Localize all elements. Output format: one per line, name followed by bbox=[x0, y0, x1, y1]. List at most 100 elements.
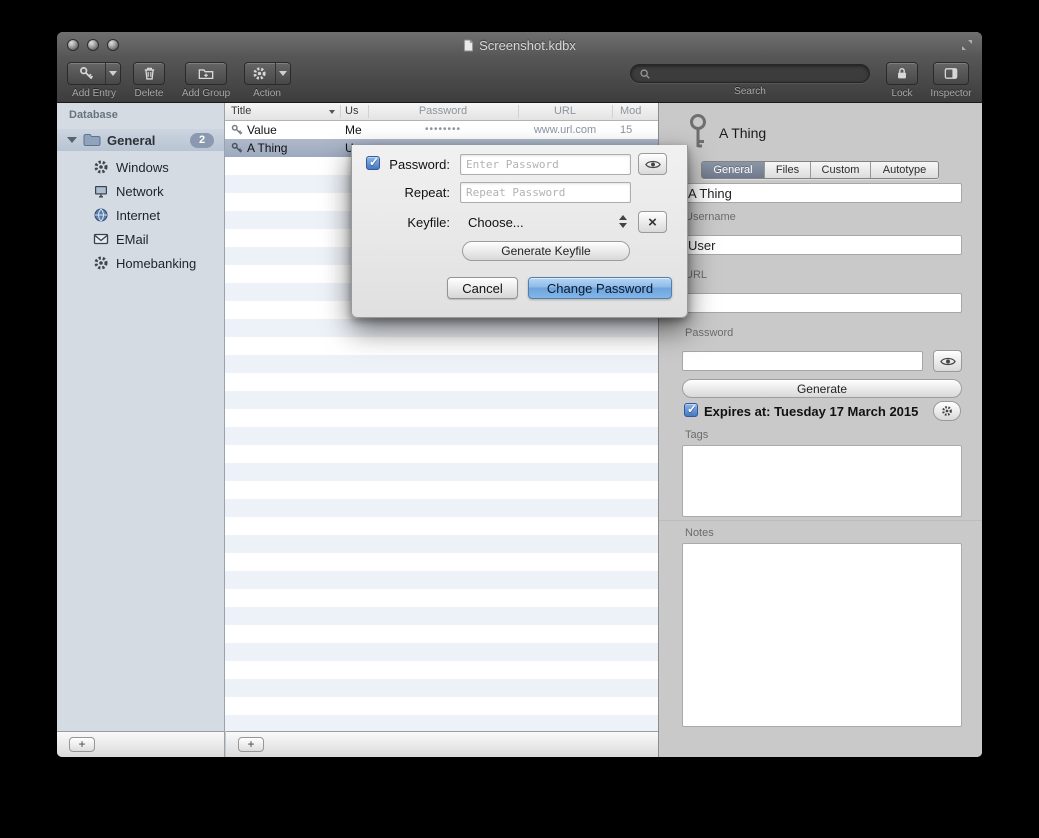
fullscreen-icon[interactable] bbox=[960, 38, 974, 57]
gear-icon bbox=[93, 159, 109, 175]
delete-button[interactable] bbox=[133, 62, 165, 85]
window-controls bbox=[67, 39, 119, 51]
tags-input[interactable] bbox=[682, 445, 962, 517]
change-password-dialog: Password: Repeat: Keyfile: Choose... Gen… bbox=[351, 145, 688, 318]
username-field[interactable] bbox=[682, 235, 962, 255]
add-group-footer-button[interactable]: + bbox=[69, 737, 95, 752]
add-entry-toolbar-item: Add Entry bbox=[65, 62, 123, 99]
url-field[interactable] bbox=[682, 293, 962, 313]
tags-label: Tags bbox=[685, 429, 708, 441]
inspector-panel: A Thing General Files Custom Autotype Us… bbox=[658, 103, 982, 757]
column-header-title[interactable]: Title bbox=[231, 103, 251, 120]
password-label: Password bbox=[685, 327, 733, 339]
add-group-toolbar-item: Add Group bbox=[175, 62, 237, 99]
search-input[interactable] bbox=[656, 67, 861, 81]
add-entry-button[interactable] bbox=[67, 62, 121, 85]
dialog-password-label: Password: bbox=[380, 154, 450, 175]
entry-list-footer: + bbox=[226, 731, 658, 757]
search-field[interactable] bbox=[630, 64, 870, 83]
expires-options-button[interactable] bbox=[933, 401, 961, 421]
dialog-password-input[interactable] bbox=[460, 154, 631, 175]
column-divider[interactable] bbox=[612, 105, 613, 118]
sidebar-item-email[interactable]: EMail bbox=[57, 227, 224, 251]
tab-general[interactable]: General bbox=[702, 162, 764, 178]
column-header-username[interactable]: Us bbox=[345, 103, 358, 120]
toolbar: Add Entry Delete Add Group bbox=[57, 58, 982, 103]
tab-autotype[interactable]: Autotype bbox=[870, 162, 938, 178]
gear-icon bbox=[93, 255, 109, 271]
key-icon bbox=[231, 124, 243, 136]
search-toolbar-item: Search bbox=[630, 62, 870, 97]
sidebar-item-windows[interactable]: Windows bbox=[57, 155, 224, 179]
lock-button[interactable] bbox=[886, 62, 918, 85]
sidebar-item-network[interactable]: Network bbox=[57, 179, 224, 203]
column-divider[interactable] bbox=[340, 105, 341, 118]
column-header-url[interactable]: URL bbox=[518, 103, 612, 120]
action-label: Action bbox=[253, 88, 281, 99]
sidebar-group-label: General bbox=[107, 133, 155, 148]
inspector-toolbar-item: Inspector bbox=[923, 62, 979, 99]
entry-url: www.url.com bbox=[518, 121, 612, 139]
group-count-badge: 2 bbox=[190, 133, 214, 148]
add-group-button[interactable] bbox=[185, 62, 227, 85]
sidebar-footer: + bbox=[57, 731, 225, 757]
close-button[interactable] bbox=[67, 39, 79, 51]
inspector-label: Inspector bbox=[930, 88, 971, 99]
document-proxy-icon[interactable] bbox=[463, 39, 474, 52]
sidebar-group-general[interactable]: General 2 bbox=[57, 129, 224, 151]
lock-icon bbox=[895, 66, 909, 81]
change-password-button[interactable]: Change Password bbox=[528, 277, 672, 299]
expires-checkbox[interactable] bbox=[684, 403, 698, 417]
inspector-separator bbox=[659, 520, 982, 521]
zoom-button[interactable] bbox=[107, 39, 119, 51]
search-label: Search bbox=[734, 86, 766, 97]
keyfile-stepper-icon[interactable] bbox=[619, 215, 627, 228]
folder-icon bbox=[83, 133, 101, 147]
password-field[interactable] bbox=[682, 351, 923, 371]
lock-toolbar-item: Lock bbox=[883, 62, 921, 99]
dialog-repeat-input[interactable] bbox=[460, 182, 631, 203]
action-button[interactable] bbox=[244, 62, 291, 85]
username-label: Username bbox=[685, 211, 736, 223]
keyfile-popup-value[interactable]: Choose... bbox=[468, 212, 524, 233]
app-window: Screenshot.kdbx Add Entry bbox=[57, 32, 982, 757]
dialog-keyfile-label: Keyfile: bbox=[380, 212, 450, 233]
inspector-button[interactable] bbox=[933, 62, 969, 85]
add-group-label: Add Group bbox=[182, 88, 230, 99]
eye-icon bbox=[645, 159, 661, 170]
notes-input[interactable] bbox=[682, 543, 962, 727]
chevron-down-icon[interactable] bbox=[275, 63, 290, 84]
entry-row[interactable]: Value Me •••••••• www.url.com 15 bbox=[225, 121, 658, 139]
generate-password-button[interactable]: Generate bbox=[682, 379, 962, 398]
chevron-down-icon[interactable] bbox=[105, 63, 120, 84]
column-header-password[interactable]: Password bbox=[368, 103, 518, 120]
disclosure-triangle-icon[interactable] bbox=[67, 137, 77, 143]
entry-title: A Thing bbox=[247, 139, 287, 157]
keyfile-clear-button[interactable] bbox=[638, 211, 667, 233]
minimize-button[interactable] bbox=[87, 39, 99, 51]
sidebar-item-internet[interactable]: Internet bbox=[57, 203, 224, 227]
dialog-reveal-password-button[interactable] bbox=[638, 153, 667, 175]
tab-files[interactable]: Files bbox=[764, 162, 810, 178]
mail-icon bbox=[93, 231, 109, 247]
inspector-panel-icon bbox=[943, 66, 959, 81]
tab-custom[interactable]: Custom bbox=[810, 162, 870, 178]
generate-keyfile-button[interactable]: Generate Keyfile bbox=[462, 241, 630, 261]
column-header-modified[interactable]: Mod bbox=[620, 103, 641, 120]
inspector-tabs: General Files Custom Autotype bbox=[701, 161, 939, 179]
password-checkbox[interactable] bbox=[366, 156, 380, 170]
add-entry-footer-button[interactable]: + bbox=[238, 737, 264, 752]
inspector-entry-title: A Thing bbox=[719, 125, 766, 141]
key-icon bbox=[685, 113, 711, 156]
key-icon bbox=[231, 142, 243, 154]
title-field[interactable] bbox=[682, 183, 962, 203]
key-icon bbox=[68, 63, 105, 84]
titlebar[interactable]: Screenshot.kdbx bbox=[57, 32, 982, 58]
sidebar: Database General 2 Windows Network bbox=[57, 103, 225, 731]
cancel-button[interactable]: Cancel bbox=[447, 277, 518, 299]
url-label: URL bbox=[685, 269, 707, 281]
notes-label: Notes bbox=[685, 527, 714, 539]
sidebar-item-label: Homebanking bbox=[116, 256, 196, 271]
reveal-password-button[interactable] bbox=[933, 350, 962, 372]
sidebar-item-homebanking[interactable]: Homebanking bbox=[57, 251, 224, 275]
